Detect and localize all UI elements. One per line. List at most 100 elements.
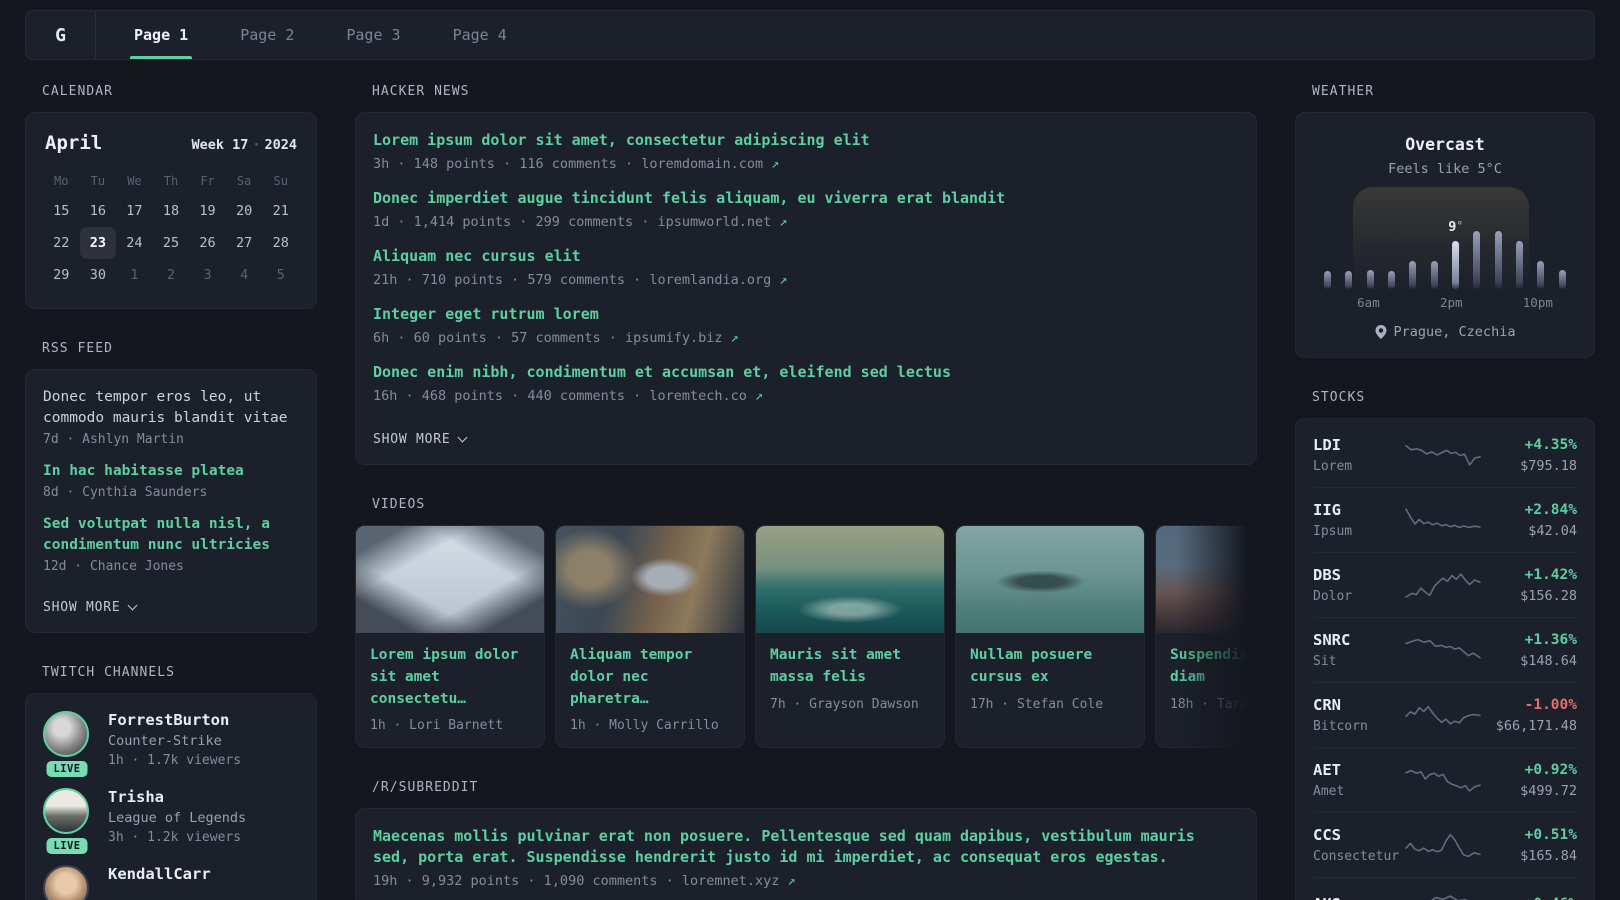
app-logo: G [26,11,96,59]
tab-page-4[interactable]: Page 4 [427,11,533,59]
video-meta: 1h · Molly Carrillo [570,718,719,734]
stock-values: -1.00% $66,171.48 [1481,697,1577,734]
video-card-body: Aliquam tempor dolor nec pharetra… 1h · … [556,633,744,747]
external-link-icon[interactable]: ↗ [731,330,739,346]
video-card[interactable]: Aliquam tempor dolor nec pharetra… 1h · … [555,525,745,749]
twitch-channel-row[interactable]: LIVE ForrestBurton Counter-Strike 1h · 1… [43,711,299,778]
stock-row[interactable]: AHS +0.46% [1313,877,1577,900]
stock-id: LDI Lorem [1313,436,1405,474]
external-link-icon[interactable]: ↗ [779,214,787,230]
weather-bar-column [1488,193,1509,289]
stock-row[interactable]: SNRC Sit +1.36% $148.64 [1313,617,1577,682]
video-title-link[interactable]: Aliquam tempor dolor nec pharetra… [570,645,730,710]
videos-section-title: VIDEOS [372,497,426,512]
twitch-channel-info: KendallCarr [108,865,211,900]
stock-name: Lorem [1313,459,1353,474]
video-title-link[interactable]: Lorem ipsum dolor sit amet consectetu… [370,645,530,710]
external-link-icon[interactable]: ↗ [771,156,779,172]
weather-tick [1337,295,1357,311]
weather-bar-column [1530,193,1551,289]
stock-row[interactable]: CRN Bitcorn -1.00% $66,171.48 [1313,682,1577,747]
weather-bar [1537,261,1545,289]
video-title-link[interactable]: Suspendisse justo diam [1170,645,1257,689]
video-title-link[interactable]: Mauris sit amet massa felis [770,645,930,689]
rss-item-link[interactable]: Donec tempor eros leo, ut commodo mauris… [43,387,299,429]
tab-page-2[interactable]: Page 2 [214,11,320,59]
hn-item-link[interactable]: Aliquam nec cursus elit [373,246,1239,267]
video-title-link[interactable]: Nullam posuere cursus ex [970,645,1130,689]
stock-values: +1.42% $156.28 [1481,567,1577,604]
separator-dot: · [252,137,261,153]
calendar-section: CALENDAR April Week 17 · 2024 Mo Tu We Th … [25,84,317,309]
stock-row[interactable]: AET Amet +0.92% $499.72 [1313,747,1577,812]
weather-bar-column [1360,193,1381,289]
hn-item-meta: 3h · 148 points · 116 comments · loremdo… [373,156,1239,172]
rss-show-more-button[interactable]: SHOW MORE [43,600,138,615]
weather-bar-column [1338,193,1359,289]
hn-item: Donec enim nibh, condimentum et accumsan… [373,362,1239,404]
weather-bar [1345,271,1353,289]
weather-bar [1558,270,1566,289]
stock-id: CCS Consectetur [1313,826,1405,864]
hn-item-link[interactable]: Donec enim nibh, condimentum et accumsan… [373,362,1239,383]
calendar-day: 26 [199,235,216,251]
twitch-channel-game: Counter-Strike [108,733,222,750]
weather-tick [1463,295,1483,311]
reddit-post-link[interactable]: Maecenas mollis pulvinar erat non posuer… [373,826,1239,868]
calendar-day: 21 [272,203,289,219]
hn-item: Lorem ipsum dolor sit amet, consectetur … [373,130,1239,172]
weather-bar [1388,271,1396,289]
stock-row[interactable]: LDI Lorem +4.35% $795.18 [1313,423,1577,487]
weather-tick [1400,295,1420,311]
weather-section-title: WEATHER [1312,84,1375,99]
calendar-day-selected: 23 [79,227,117,259]
hn-item-link[interactable]: Integer eget rutrum lorem [373,304,1239,325]
stock-price: $148.64 [1520,652,1577,669]
weekday-label: Mo [54,174,69,188]
twitch-channel-viewers: 1h · 1.7k viewers [108,753,242,769]
stock-values: +4.35% $795.18 [1481,437,1577,474]
video-card[interactable]: Nullam posuere cursus ex 17h · Stefan Co… [955,525,1145,749]
stock-row[interactable]: DBS Dolor +1.42% $156.28 [1313,552,1577,617]
stock-values: +0.92% $499.72 [1481,762,1577,799]
rss-item-meta: 7d · Ashlyn Martin [43,432,184,448]
calendar-day: 19 [199,203,216,219]
calendar-week-year: Week 17 · 2024 [191,137,297,153]
hn-item-link[interactable]: Lorem ipsum dolor sit amet, consectetur … [373,130,1239,151]
twitch-channel-row[interactable]: KendallCarr [43,865,299,900]
stock-price: $499.72 [1520,782,1577,799]
external-link-icon[interactable]: ↗ [779,272,787,288]
external-link-icon[interactable]: ↗ [788,873,796,889]
weather-bar [1452,241,1460,289]
weekday-label: We [127,174,142,188]
hn-item-meta: 6h · 60 points · 57 comments · ipsumify.… [373,330,1239,346]
hn-item-meta: 1d · 1,414 points · 299 comments · ipsum… [373,214,1239,230]
calendar-day: 20 [236,203,253,219]
hn-item-link[interactable]: Donec imperdiet augue tincidunt felis al… [373,188,1239,209]
rss-item-link[interactable]: Sed volutpat nulla nisl, a condimentum n… [43,514,299,556]
hn-show-more-button[interactable]: SHOW MORE [373,432,468,447]
top-bar: G Page 1 Page 2 Page 3 Page 4 [25,10,1595,60]
stock-row[interactable]: CCS Consectetur +0.51% $165.84 [1313,812,1577,877]
hn-item-meta-text: 6h · 60 points · 57 comments · ipsumify.… [373,330,723,346]
weather-tick [1420,295,1440,311]
chevron-down-icon [128,600,138,611]
video-card[interactable]: Lorem ipsum dolor sit amet consectetu… 1… [355,525,545,749]
rss-item-link[interactable]: In hac habitasse platea [43,461,299,482]
tab-page-1[interactable]: Page 1 [108,11,214,59]
external-link-icon[interactable]: ↗ [755,388,763,404]
stock-row[interactable]: IIG Ipsum +2.84% $42.04 [1313,487,1577,552]
videos-row: Lorem ipsum dolor sit amet consectetu… 1… [355,525,1257,749]
twitch-avatar-wrap [43,865,91,900]
calendar-day: 16 [89,203,106,219]
twitch-channel-row[interactable]: LIVE Trisha League of Legends 3h · 1.2k … [43,788,299,855]
tab-page-3[interactable]: Page 3 [320,11,426,59]
twitch-channel-game: League of Legends [108,810,247,827]
stock-name: Ipsum [1313,524,1353,539]
video-card[interactable]: Suspendisse justo diam 18h · Tara [1155,525,1257,749]
stock-change: +4.35% [1524,436,1577,453]
calendar-day: 27 [236,235,253,251]
video-card[interactable]: Mauris sit amet massa felis 7h · Grayson… [755,525,945,749]
reddit-post-meta: 19h · 9,932 points · 1,090 comments · lo… [373,873,1239,889]
stock-change: +1.36% [1524,631,1577,648]
